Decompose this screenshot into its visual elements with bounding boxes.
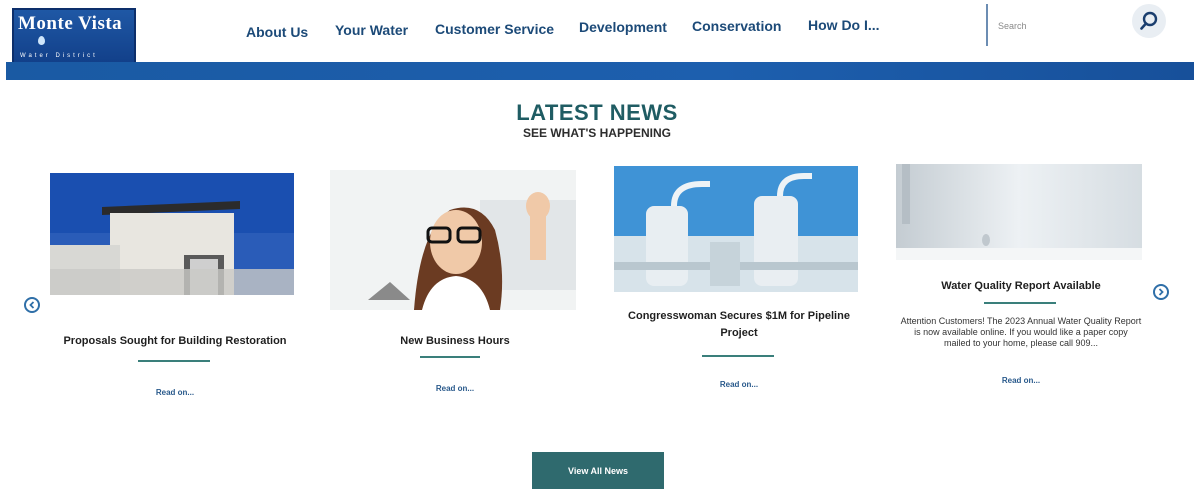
card-image-building[interactable]: [50, 173, 294, 295]
card-divider: [702, 355, 774, 357]
nav-how-do-i[interactable]: How Do I...: [808, 17, 880, 33]
nav-about-us[interactable]: About Us: [246, 24, 308, 40]
card-title[interactable]: Congresswoman Secures $1M for Pipeline P…: [614, 308, 864, 342]
carousel-prev-button[interactable]: [24, 297, 40, 313]
site-logo[interactable]: Monte Vista Water District: [12, 8, 136, 64]
card-title[interactable]: Proposals Sought for Building Restoratio…: [50, 333, 300, 350]
card-divider: [984, 302, 1056, 304]
card-divider: [420, 356, 480, 358]
read-on-link[interactable]: Read on...: [614, 380, 864, 389]
search-box: [986, 4, 1118, 46]
news-card: Water Quality Report Available Attention…: [896, 164, 1146, 404]
pipeline-facility-photo: [614, 166, 858, 292]
card-image-woman[interactable]: [330, 170, 576, 310]
water-quality-photo: [896, 164, 1142, 260]
read-on-link[interactable]: Read on...: [50, 388, 300, 397]
card-divider: [138, 360, 210, 362]
chevron-right-icon: [1158, 288, 1164, 296]
woman-photo: [330, 170, 576, 310]
nav-conservation[interactable]: Conservation: [692, 18, 781, 34]
card-summary: Attention Customers! The 2023 Annual Wat…: [900, 316, 1142, 348]
view-all-news-button[interactable]: View All News: [532, 452, 664, 489]
search-button[interactable]: [1132, 4, 1166, 38]
header-band: [6, 62, 1194, 80]
read-on-link[interactable]: Read on...: [330, 384, 580, 393]
nav-customer-service[interactable]: Customer Service: [435, 21, 554, 37]
logo-title: Monte Vista: [18, 13, 123, 34]
news-card: Congresswoman Secures $1M for Pipeline P…: [614, 166, 864, 406]
card-image-water[interactable]: [896, 164, 1142, 260]
nav-your-water[interactable]: Your Water: [335, 22, 408, 38]
section-title: LATEST NEWS: [516, 100, 678, 125]
card-image-pipeline[interactable]: [614, 166, 858, 292]
section-subtitle: SEE WHAT'S HAPPENING: [523, 126, 671, 140]
nav-development[interactable]: Development: [579, 19, 667, 35]
carousel-next-button[interactable]: [1153, 284, 1169, 300]
card-title[interactable]: New Business Hours: [330, 333, 580, 350]
water-drop-icon: [38, 36, 45, 45]
search-input[interactable]: [996, 16, 1110, 36]
search-icon: [1140, 11, 1158, 30]
chevron-left-icon: [29, 301, 35, 309]
news-card: New Business Hours Read on...: [330, 170, 580, 410]
news-card: Proposals Sought for Building Restoratio…: [50, 170, 300, 410]
read-on-link[interactable]: Read on...: [896, 376, 1146, 385]
logo-subtitle: Water District: [20, 53, 98, 59]
building-photo: [50, 173, 294, 295]
card-title[interactable]: Water Quality Report Available: [896, 278, 1146, 295]
